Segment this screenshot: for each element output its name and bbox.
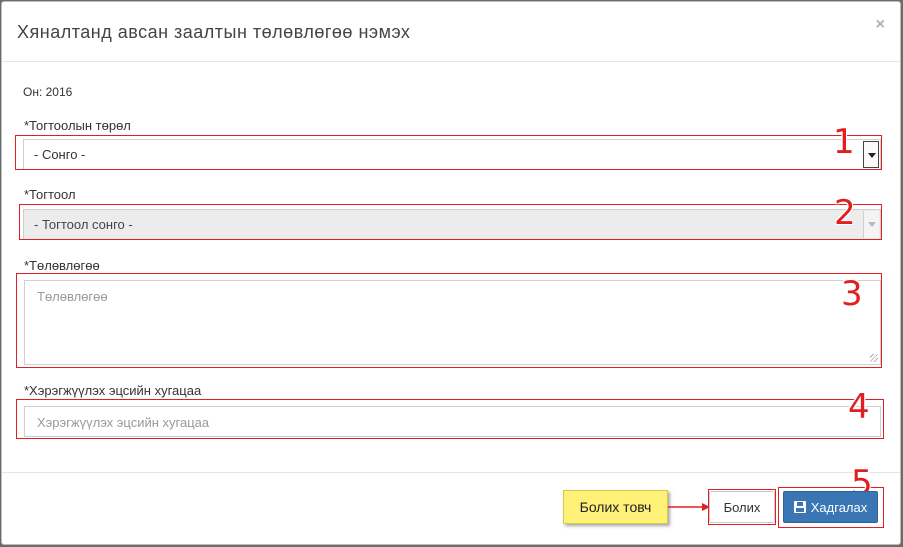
annotation-box-3	[16, 273, 882, 368]
close-icon[interactable]: ×	[876, 16, 885, 34]
save-button[interactable]: Хадгалах	[783, 491, 878, 523]
cancel-callout: Болих товч	[563, 490, 668, 524]
resolution-label: *Тогтоол	[24, 187, 76, 202]
annotation-box-2	[19, 204, 882, 240]
plan-label: *Төлөвлөгөө	[24, 258, 100, 273]
annotation-number-4: 4	[848, 387, 870, 427]
floppy-disk-icon	[793, 501, 806, 513]
callout-arrow	[668, 503, 710, 511]
annotation-number-3: 3	[841, 274, 863, 314]
resolution-type-label: *Тогтоолын төрөл	[24, 118, 131, 133]
annotation-box-1	[15, 135, 882, 170]
annotation-number-2: 2	[834, 193, 856, 233]
annotation-box-4	[16, 399, 884, 439]
deadline-label: *Хэрэгжүүлэх эцсийн хугацаа	[24, 383, 202, 398]
year-label: Он: 2016	[23, 85, 73, 99]
modal-header: Хяналтанд авсан заалтын төлөвлөгөө нэмэх…	[2, 2, 900, 62]
annotation-number-1: 1	[833, 122, 855, 162]
modal-title: Хяналтанд авсан заалтын төлөвлөгөө нэмэх	[17, 22, 411, 42]
save-button-label: Хадгалах	[810, 499, 868, 515]
cancel-button[interactable]: Болих	[709, 491, 775, 523]
